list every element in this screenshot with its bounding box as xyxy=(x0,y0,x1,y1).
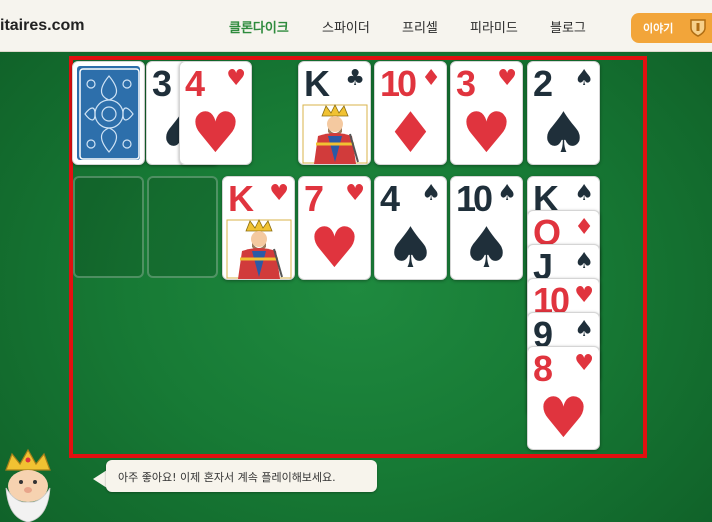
site-logo-text[interactable]: itaires.com xyxy=(0,17,84,35)
foundation-card-1[interactable]: K ♣ xyxy=(298,61,371,165)
foundation-card-4[interactable]: 2 ♠ ♠ xyxy=(527,61,600,165)
card-suit-small: ♠ xyxy=(421,181,441,206)
waste-top-card[interactable]: 4 ♥ ♥ xyxy=(179,61,252,165)
card-suit-small: ♠ xyxy=(574,249,594,274)
card-suit-small: ♦ xyxy=(421,66,441,91)
king-figure-icon xyxy=(302,104,368,164)
card-rank: 3 xyxy=(152,63,172,104)
card-suit-small: ♥ xyxy=(226,66,246,91)
card-rank: 2 xyxy=(533,63,553,104)
tableau-card[interactable]: 8 ♥ ♥ xyxy=(527,346,600,450)
tableau-empty-slot-2[interactable] xyxy=(147,176,218,278)
card-suit-small: ♥ xyxy=(497,66,517,91)
card-rank: 7 xyxy=(304,178,324,219)
card-suit: ♠ xyxy=(385,216,436,280)
story-button-label: 이야기 xyxy=(643,22,674,35)
card-suit-small: ♠ xyxy=(497,181,517,206)
card-suit-small: ♦ xyxy=(574,215,594,240)
card-rank: 8 xyxy=(533,348,553,389)
tableau-empty-slot-1[interactable] xyxy=(73,176,144,278)
card-rank: K xyxy=(228,178,254,219)
shield-icon xyxy=(690,19,706,37)
card-back-pattern xyxy=(77,66,140,160)
top-nav-bar: itaires.com 클론다이크 스파이더 프리셀 피라미드 블로그 이야기 xyxy=(0,0,712,52)
story-button[interactable]: 이야기 xyxy=(631,13,712,43)
nav-freecell[interactable]: 프리셀 xyxy=(402,17,438,36)
card-suit-small: ♠ xyxy=(574,317,594,342)
tableau-card[interactable]: 10 ♠ ♠ xyxy=(450,176,523,280)
foundation-card-3[interactable]: 3 ♥ ♥ xyxy=(450,61,523,165)
card-suit-small: ♥ xyxy=(574,283,594,308)
tutorial-message: 아주 좋아요! 이제 혼자서 계속 플레이해보세요. xyxy=(118,471,336,484)
speech-bubble: 아주 좋아요! 이제 혼자서 계속 플레이해보세요. xyxy=(106,460,377,492)
card-suit-small: ♠ xyxy=(574,66,594,91)
card-rank: 10 xyxy=(456,178,493,219)
card-suit-small: ♣ xyxy=(345,66,365,91)
king-figure-icon xyxy=(226,219,292,279)
card-suit-small: ♥ xyxy=(269,181,289,206)
card-suit: ♥ xyxy=(461,101,512,165)
card-rank: 3 xyxy=(456,63,476,104)
card-suit: ♥ xyxy=(309,216,360,280)
nav-klondike[interactable]: 클론다이크 xyxy=(229,17,289,36)
card-suit-small: ♠ xyxy=(574,181,594,206)
nav-spider[interactable]: 스파이더 xyxy=(322,17,370,36)
stock-pile[interactable] xyxy=(72,61,145,165)
card-rank: K xyxy=(304,63,330,104)
tableau-card[interactable]: 7 ♥ ♥ xyxy=(298,176,371,280)
king-mascot-avatar xyxy=(5,448,51,522)
speech-bubble-tail xyxy=(93,470,107,488)
nav-pyramid[interactable]: 피라미드 xyxy=(470,17,518,36)
card-suit: ♦ xyxy=(385,101,436,165)
card-rank: 10 xyxy=(380,63,417,104)
foundation-card-2[interactable]: 10 ♦ ♦ xyxy=(374,61,447,165)
card-suit: ♥ xyxy=(538,386,589,450)
card-suit: ♥ xyxy=(190,101,241,165)
card-suit: ♠ xyxy=(461,216,512,280)
card-rank: 4 xyxy=(185,63,205,104)
card-suit-small: ♥ xyxy=(574,351,594,376)
card-suit: ♠ xyxy=(538,101,589,165)
card-suit-small: ♥ xyxy=(345,181,365,206)
card-rank: 4 xyxy=(380,178,400,219)
tableau-card[interactable]: 4 ♠ ♠ xyxy=(374,176,447,280)
tableau-card[interactable]: K ♥ xyxy=(222,176,295,280)
nav-blog[interactable]: 블로그 xyxy=(550,17,586,36)
